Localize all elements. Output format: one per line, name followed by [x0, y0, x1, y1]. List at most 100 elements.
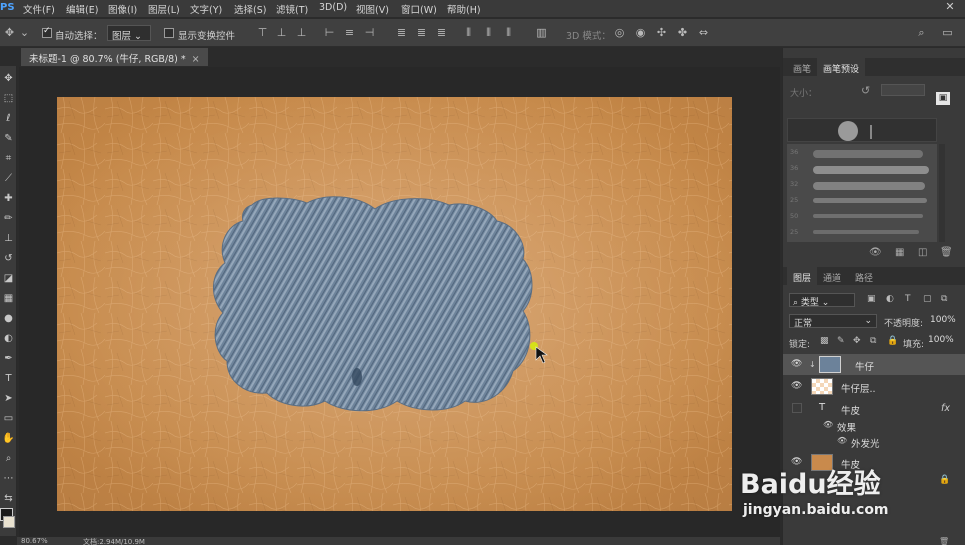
- zoom-tool-icon[interactable]: ⌕: [2, 452, 15, 465]
- align-hcenter-icon[interactable]: ≡: [343, 26, 356, 39]
- document-image[interactable]: [57, 97, 732, 511]
- brush-stroke-preview[interactable]: [813, 166, 929, 174]
- shape-tool-icon[interactable]: ▭: [2, 412, 15, 425]
- reset-icon[interactable]: ↺: [861, 84, 870, 97]
- filter-pixel-icon[interactable]: ▣: [867, 294, 876, 304]
- lock-paint-icon[interactable]: ✎: [837, 336, 845, 346]
- hand-tool-icon[interactable]: ✋: [2, 432, 15, 445]
- close-window-icon[interactable]: ✕: [936, 0, 964, 15]
- healing-tool-icon[interactable]: ✚: [2, 192, 15, 205]
- menu-image[interactable]: 图像(I): [108, 2, 137, 16]
- menu-window[interactable]: 窗口(W): [401, 2, 437, 16]
- menu-filter[interactable]: 滤镜(T): [276, 2, 308, 16]
- doc-size-readout[interactable]: 文档:2.94M/10.9M: [83, 537, 145, 545]
- denim-cloud-shape[interactable]: [213, 196, 533, 412]
- distribute-top-icon[interactable]: ≣: [395, 26, 408, 39]
- move-tool-icon[interactable]: ✥: [3, 26, 16, 39]
- clone-stamp-tool-icon[interactable]: ⊥: [2, 232, 15, 245]
- layer-row[interactable]: 👁 牛仔层..: [783, 376, 965, 397]
- brush-tip-round[interactable]: [838, 121, 858, 141]
- menu-edit[interactable]: 编辑(E): [66, 2, 98, 16]
- lock-transparent-icon[interactable]: ▩: [820, 336, 829, 346]
- filter-type-icon[interactable]: T: [905, 294, 911, 304]
- layer-thumbnail[interactable]: [811, 378, 833, 395]
- brush-tip-hard[interactable]: [870, 125, 872, 139]
- auto-align-icon[interactable]: ▥: [535, 26, 548, 39]
- brush-stroke-preview[interactable]: [813, 230, 919, 234]
- zoom-readout[interactable]: 80.67%: [21, 537, 48, 545]
- tab-brush[interactable]: 画笔: [787, 58, 817, 76]
- brush-stroke-preview[interactable]: [813, 198, 927, 203]
- filter-smart-icon[interactable]: ⧉: [941, 294, 947, 304]
- scale-3d-icon[interactable]: ⇔: [697, 26, 710, 39]
- new-brush-icon[interactable]: ◫: [918, 247, 927, 258]
- gradient-tool-icon[interactable]: ▦: [2, 292, 15, 305]
- toggle-brush-panel-icon[interactable]: 👁: [869, 247, 882, 258]
- menu-type[interactable]: 文字(Y): [190, 2, 222, 16]
- layer-effect-item[interactable]: 👁 外发光: [783, 434, 965, 450]
- auto-select-checkbox[interactable]: [42, 26, 52, 38]
- distribute-vcenter-icon[interactable]: ≣: [415, 26, 428, 39]
- brush-panel-menu-icon[interactable]: ▣: [936, 92, 950, 105]
- quick-select-tool-icon[interactable]: ✎: [2, 132, 15, 145]
- brush-list-scrollbar[interactable]: [939, 144, 945, 242]
- workspace-icon[interactable]: ▭: [941, 26, 954, 39]
- delete-brush-icon[interactable]: 🗑: [940, 247, 953, 258]
- menu-file[interactable]: 文件(F): [23, 2, 55, 16]
- move-tool-icon[interactable]: ✥: [2, 72, 15, 85]
- path-select-tool-icon[interactable]: ➤: [2, 392, 15, 405]
- layer-fx-badge[interactable]: fx: [941, 403, 950, 414]
- effects-eye-icon[interactable]: 👁: [823, 420, 833, 429]
- canvas-area[interactable]: [19, 67, 780, 537]
- layer-filter-dropdown[interactable]: ⌕ 类型 ⌄: [789, 293, 855, 308]
- eyedropper-tool-icon[interactable]: ⟋: [2, 172, 15, 185]
- distribute-bottom-icon[interactable]: ≣: [435, 26, 448, 39]
- align-right-icon[interactable]: ⊣: [363, 26, 376, 39]
- opacity-field[interactable]: 100%: [928, 314, 958, 328]
- lasso-tool-icon[interactable]: ℓ: [2, 112, 15, 125]
- background-color-swatch[interactable]: [3, 516, 15, 528]
- pen-tool-icon[interactable]: ✒: [2, 352, 15, 365]
- visibility-toggle-empty[interactable]: [792, 403, 802, 413]
- roll-3d-icon[interactable]: ◉: [634, 26, 647, 39]
- brush-stroke-preview[interactable]: [813, 214, 923, 218]
- history-brush-tool-icon[interactable]: ↺: [2, 252, 15, 265]
- layer-name[interactable]: 牛皮: [841, 403, 860, 417]
- menu-view[interactable]: 视图(V): [356, 2, 389, 16]
- crop-tool-icon[interactable]: ⌗: [2, 152, 15, 165]
- auto-select-dropdown[interactable]: 图层 ⌄: [107, 25, 151, 42]
- orbit-3d-icon[interactable]: ◎: [613, 26, 626, 39]
- blend-mode-dropdown[interactable]: 正常 ⌄: [789, 314, 877, 329]
- tab-layers[interactable]: 图层: [787, 267, 818, 285]
- tab-channels[interactable]: 通道: [817, 267, 847, 285]
- close-tab-icon[interactable]: ×: [192, 54, 200, 65]
- filter-adjust-icon[interactable]: ◐: [886, 294, 894, 304]
- layer-name[interactable]: 牛仔: [855, 359, 874, 373]
- layer-name[interactable]: 牛仔层..: [841, 381, 876, 395]
- brush-size-field[interactable]: [881, 84, 925, 96]
- distribute-right-icon[interactable]: ⫴: [502, 26, 515, 39]
- brush-tool-icon[interactable]: ✏: [2, 212, 15, 225]
- align-top-icon[interactable]: ⊤: [256, 26, 269, 39]
- search-icon[interactable]: ⌕: [915, 26, 928, 39]
- layer-row[interactable]: 👁 ↓ 牛仔: [783, 354, 965, 375]
- tab-brush-presets[interactable]: 画笔预设: [817, 58, 866, 76]
- distribute-left-icon[interactable]: ⫴: [462, 26, 475, 39]
- align-left-icon[interactable]: ⊢: [323, 26, 336, 39]
- layer-effects-row[interactable]: 👁 效果: [783, 418, 965, 434]
- eraser-tool-icon[interactable]: ◪: [2, 272, 15, 285]
- layer-row[interactable]: T 牛皮 fx: [783, 398, 965, 419]
- brush-stroke-preview[interactable]: [813, 150, 923, 158]
- menu-layer[interactable]: 图层(L): [148, 2, 180, 16]
- menu-help[interactable]: 帮助(H): [447, 2, 481, 16]
- brush-preset-list[interactable]: 36 36 32 25 50 25: [787, 144, 937, 242]
- delete-layer-icon[interactable]: 🗑: [939, 537, 949, 545]
- tab-paths[interactable]: 路径: [849, 267, 879, 285]
- type-tool-icon[interactable]: T: [2, 372, 15, 385]
- lock-move-icon[interactable]: ✥: [853, 336, 861, 346]
- more-tools-icon[interactable]: ⋯: [2, 472, 15, 485]
- chevron-down-icon[interactable]: ⌄: [18, 26, 31, 39]
- lock-all-icon[interactable]: 🔒: [887, 336, 898, 346]
- align-bottom-icon[interactable]: ⊥: [295, 26, 308, 39]
- menu-select[interactable]: 选择(S): [234, 2, 266, 16]
